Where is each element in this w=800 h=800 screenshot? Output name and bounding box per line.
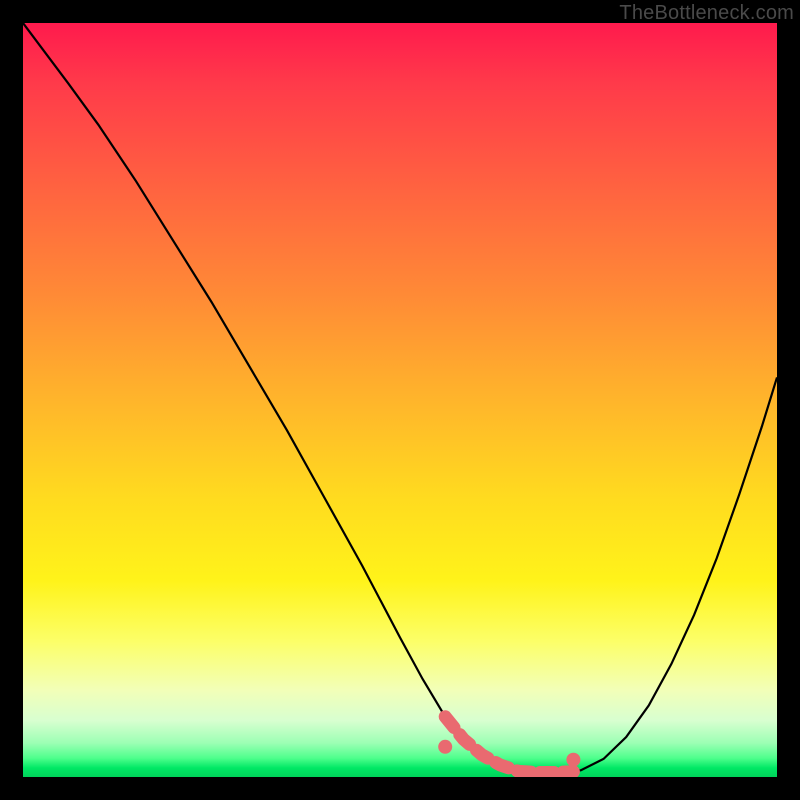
chart-frame: TheBottleneck.com	[0, 0, 800, 800]
plot-area	[23, 23, 777, 777]
optimal-range-marker	[23, 23, 777, 777]
watermark-text: TheBottleneck.com	[619, 2, 794, 25]
